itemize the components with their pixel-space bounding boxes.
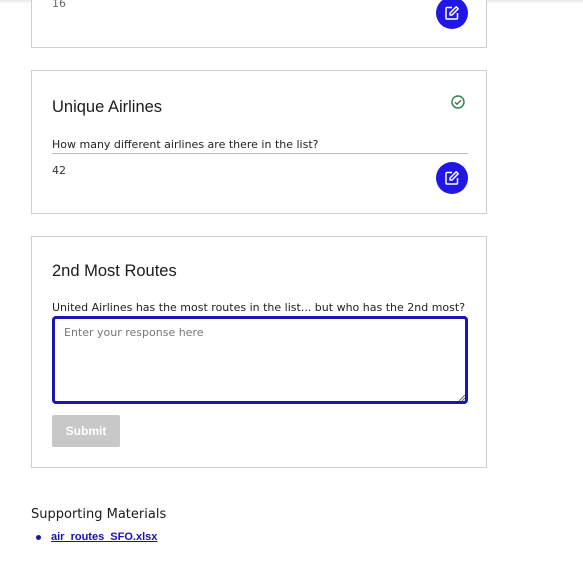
question-text: How many different airlines are there in… (52, 138, 319, 151)
resize-grip-icon[interactable] (456, 392, 466, 402)
supporting-materials-list: air_routes_SFO.xlsx (31, 531, 157, 543)
check-circle-icon (451, 95, 465, 109)
supporting-materials-heading: Supporting Materials (31, 507, 167, 522)
edit-answer-button[interactable] (436, 0, 468, 29)
card-title: Unique Airlines (52, 98, 163, 116)
answer-text: 16 (52, 0, 66, 10)
question-card-previous: 16 (31, 0, 487, 48)
bullet-icon (36, 534, 41, 540)
edit-answer-button[interactable] (436, 162, 468, 194)
question-card-unique-airlines: Unique Airlines How many different airli… (31, 70, 487, 214)
response-input[interactable] (52, 316, 468, 404)
answer-text: 42 (52, 164, 66, 177)
divider (52, 153, 468, 154)
question-text: United Airlines has the most routes in t… (52, 301, 466, 314)
list-item: air_routes_SFO.xlsx (31, 531, 157, 543)
edit-icon (445, 6, 459, 20)
card-title: 2nd Most Routes (52, 262, 177, 280)
submit-button[interactable]: Submit (52, 415, 120, 447)
file-link[interactable]: air_routes_SFO.xlsx (51, 531, 157, 543)
edit-icon (445, 171, 459, 185)
question-card-2nd-most-routes: 2nd Most Routes United Airlines has the … (31, 236, 487, 468)
